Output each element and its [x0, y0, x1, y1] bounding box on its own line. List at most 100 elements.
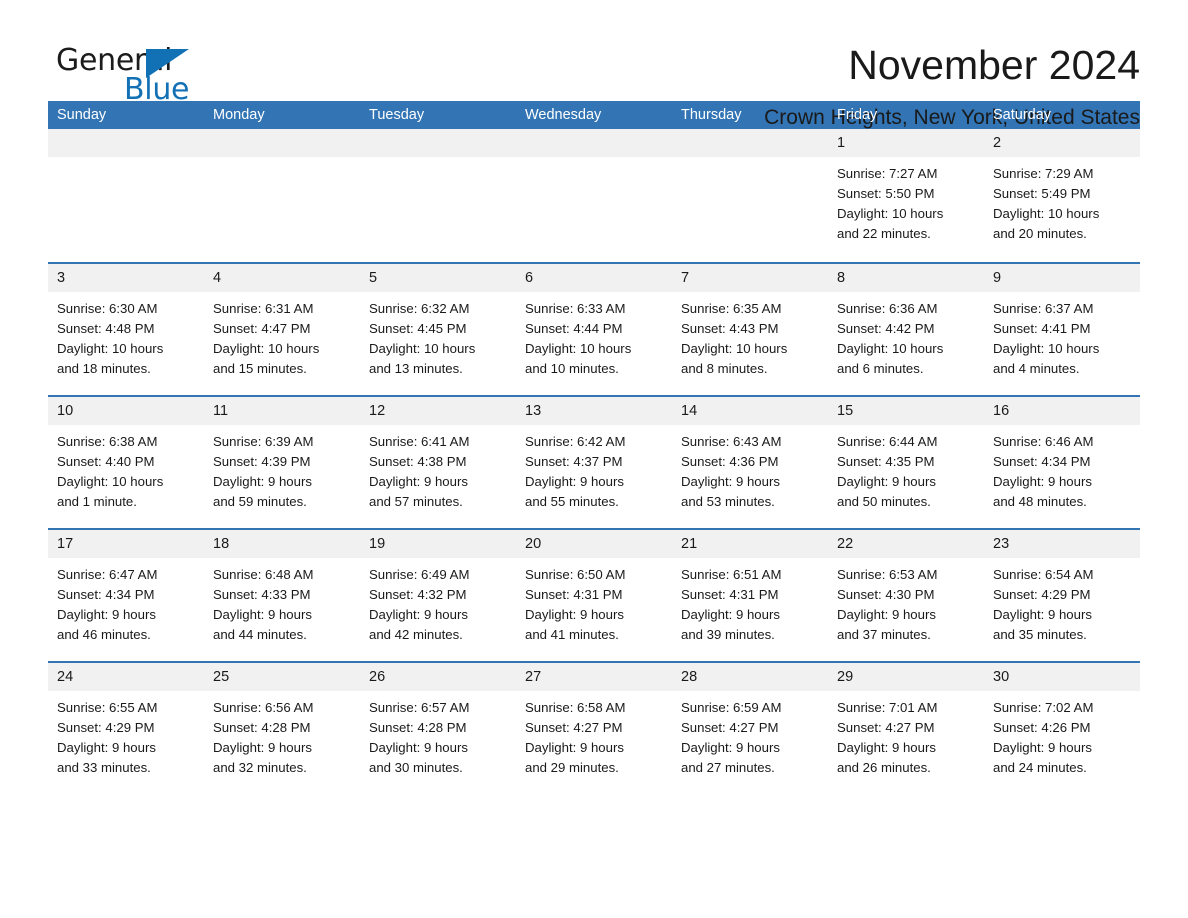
daylight-text: Daylight: 9 hours	[57, 607, 156, 622]
calendar-week-row: 17 Sunrise: 6:47 AM Sunset: 4:34 PM Dayligh…	[48, 528, 1140, 661]
day-cell-20[interactable]: 20 Sunrise: 6:50 AM Sunset: 4:31 PM Dayligh…	[516, 530, 672, 661]
daylight-text: Daylight: 9 hours	[681, 474, 780, 489]
day-cell-6[interactable]: 6 Sunrise: 6:33 AM Sunset: 4:44 PM Daylight…	[516, 264, 672, 395]
daylight-text: Daylight: 9 hours	[993, 607, 1092, 622]
generalblue-logo[interactable]: General Blue	[48, 44, 198, 106]
day-number-band: 27	[516, 663, 672, 691]
sunset-text: Sunset: 4:32 PM	[369, 587, 467, 602]
day-number-band: 21	[672, 530, 828, 558]
day-number-band: 7	[672, 264, 828, 292]
daylight-text-cont: and 29 minutes.	[525, 760, 619, 775]
sunrise-text: Sunrise: 6:47 AM	[57, 567, 158, 582]
day-cell-10[interactable]: 10 Sunrise: 6:38 AM Sunset: 4:40 PM Dayligh…	[48, 397, 204, 528]
day-number: 7	[681, 270, 690, 286]
day-details: Sunrise: 6:31 AM Sunset: 4:47 PM Daylight:…	[204, 292, 360, 379]
day-cell-22[interactable]: 22 Sunrise: 6:53 AM Sunset: 4:30 PM Dayligh…	[828, 530, 984, 661]
day-number-band	[48, 129, 204, 157]
page-title: November 2024	[848, 42, 1140, 88]
sunrise-text: Sunrise: 6:56 AM	[213, 700, 314, 715]
day-cell-3[interactable]: 3 Sunrise: 6:30 AM Sunset: 4:48 PM Daylight…	[48, 264, 204, 395]
day-cell-7[interactable]: 7 Sunrise: 6:35 AM Sunset: 4:43 PM Daylight…	[672, 264, 828, 395]
daylight-text-cont: and 48 minutes.	[993, 494, 1087, 509]
sunset-text: Sunset: 4:37 PM	[525, 454, 623, 469]
day-details: Sunrise: 6:44 AM Sunset: 4:35 PM Daylight:…	[828, 425, 984, 512]
day-cell-19[interactable]: 19 Sunrise: 6:49 AM Sunset: 4:32 PM Dayligh…	[360, 530, 516, 661]
day-details: Sunrise: 7:01 AM Sunset: 4:27 PM Daylight:…	[828, 691, 984, 778]
daylight-text: Daylight: 10 hours	[57, 474, 164, 489]
daylight-text: Daylight: 10 hours	[213, 341, 320, 356]
day-cell-21[interactable]: 21 Sunrise: 6:51 AM Sunset: 4:31 PM Dayligh…	[672, 530, 828, 661]
sunrise-text: Sunrise: 6:49 AM	[369, 567, 470, 582]
sunset-text: Sunset: 4:31 PM	[681, 587, 779, 602]
day-number: 4	[213, 270, 222, 286]
day-number-band: 5	[360, 264, 516, 292]
day-cell-2[interactable]: 2 Sunrise: 7:29 AM Sunset: 5:49 PM Daylight…	[984, 129, 1140, 262]
daylight-text: Daylight: 9 hours	[681, 740, 780, 755]
daylight-text: Daylight: 9 hours	[681, 607, 780, 622]
day-number: 11	[213, 403, 229, 419]
weekday-header-tuesday: Tuesday	[369, 107, 425, 123]
sunset-text: Sunset: 4:34 PM	[993, 454, 1091, 469]
day-cell-28[interactable]: 28 Sunrise: 6:59 AM Sunset: 4:27 PM Dayligh…	[672, 663, 828, 794]
sunrise-text: Sunrise: 6:37 AM	[993, 301, 1094, 316]
day-cell-25[interactable]: 25 Sunrise: 6:56 AM Sunset: 4:28 PM Dayligh…	[204, 663, 360, 794]
daylight-text: Daylight: 9 hours	[369, 607, 468, 622]
day-cell-16[interactable]: 16 Sunrise: 6:46 AM Sunset: 4:34 PM Dayligh…	[984, 397, 1140, 528]
day-number-band: 14	[672, 397, 828, 425]
sunrise-text: Sunrise: 6:39 AM	[213, 434, 314, 449]
day-details: Sunrise: 6:32 AM Sunset: 4:45 PM Daylight:…	[360, 292, 516, 379]
day-cell-4[interactable]: 4 Sunrise: 6:31 AM Sunset: 4:47 PM Daylight…	[204, 264, 360, 395]
day-number-band: 18	[204, 530, 360, 558]
daylight-text-cont: and 35 minutes.	[993, 627, 1087, 642]
daylight-text-cont: and 20 minutes.	[993, 226, 1087, 241]
day-number: 15	[837, 403, 854, 419]
sunrise-text: Sunrise: 6:41 AM	[369, 434, 470, 449]
day-cell-empty	[48, 129, 204, 262]
calendar-weeks: 1 Sunrise: 7:27 AM Sunset: 5:50 PM Daylight…	[48, 129, 1140, 794]
sunrise-text: Sunrise: 6:43 AM	[681, 434, 782, 449]
day-number: 22	[837, 536, 854, 552]
daylight-text: Daylight: 9 hours	[525, 607, 624, 622]
sunset-text: Sunset: 4:28 PM	[213, 720, 311, 735]
sunset-text: Sunset: 4:28 PM	[369, 720, 467, 735]
sunrise-text: Sunrise: 6:35 AM	[681, 301, 782, 316]
day-cell-15[interactable]: 15 Sunrise: 6:44 AM Sunset: 4:35 PM Dayligh…	[828, 397, 984, 528]
day-cell-11[interactable]: 11 Sunrise: 6:39 AM Sunset: 4:39 PM Dayligh…	[204, 397, 360, 528]
day-number-band: 24	[48, 663, 204, 691]
day-cell-9[interactable]: 9 Sunrise: 6:37 AM Sunset: 4:41 PM Daylight…	[984, 264, 1140, 395]
daylight-text-cont: and 44 minutes.	[213, 627, 307, 642]
day-cell-27[interactable]: 27 Sunrise: 6:58 AM Sunset: 4:27 PM Dayligh…	[516, 663, 672, 794]
day-number-band: 28	[672, 663, 828, 691]
weekday-header-saturday: Saturday	[993, 107, 1052, 123]
daylight-text-cont: and 26 minutes.	[837, 760, 931, 775]
day-cell-1[interactable]: 1 Sunrise: 7:27 AM Sunset: 5:50 PM Daylight…	[828, 129, 984, 262]
day-details: Sunrise: 7:27 AM Sunset: 5:50 PM Daylight:…	[828, 157, 984, 244]
daylight-text-cont: and 59 minutes.	[213, 494, 307, 509]
sunrise-text: Sunrise: 6:50 AM	[525, 567, 626, 582]
day-cell-30[interactable]: 30 Sunrise: 7:02 AM Sunset: 4:26 PM Dayligh…	[984, 663, 1140, 794]
day-number: 9	[993, 270, 1002, 286]
day-cell-12[interactable]: 12 Sunrise: 6:41 AM Sunset: 4:38 PM Dayligh…	[360, 397, 516, 528]
day-cell-26[interactable]: 26 Sunrise: 6:57 AM Sunset: 4:28 PM Dayligh…	[360, 663, 516, 794]
day-cell-8[interactable]: 8 Sunrise: 6:36 AM Sunset: 4:42 PM Daylight…	[828, 264, 984, 395]
day-cell-18[interactable]: 18 Sunrise: 6:48 AM Sunset: 4:33 PM Dayligh…	[204, 530, 360, 661]
daylight-text-cont: and 42 minutes.	[369, 627, 463, 642]
sunset-text: Sunset: 5:49 PM	[993, 186, 1091, 201]
day-cell-17[interactable]: 17 Sunrise: 6:47 AM Sunset: 4:34 PM Dayligh…	[48, 530, 204, 661]
day-number-band: 16	[984, 397, 1140, 425]
sunrise-text: Sunrise: 6:33 AM	[525, 301, 626, 316]
day-cell-14[interactable]: 14 Sunrise: 6:43 AM Sunset: 4:36 PM Dayligh…	[672, 397, 828, 528]
weekday-header-friday: Friday	[837, 107, 878, 123]
calendar-week-row: 3 Sunrise: 6:30 AM Sunset: 4:48 PM Daylight…	[48, 262, 1140, 395]
day-details: Sunrise: 6:47 AM Sunset: 4:34 PM Daylight:…	[48, 558, 204, 645]
day-number-band: 20	[516, 530, 672, 558]
sunset-text: Sunset: 5:50 PM	[837, 186, 935, 201]
sunrise-text: Sunrise: 6:54 AM	[993, 567, 1094, 582]
day-cell-23[interactable]: 23 Sunrise: 6:54 AM Sunset: 4:29 PM Dayligh…	[984, 530, 1140, 661]
calendar-week-row: 10 Sunrise: 6:38 AM Sunset: 4:40 PM Dayligh…	[48, 395, 1140, 528]
day-cell-29[interactable]: 29 Sunrise: 7:01 AM Sunset: 4:27 PM Dayligh…	[828, 663, 984, 794]
day-cell-24[interactable]: 24 Sunrise: 6:55 AM Sunset: 4:29 PM Dayligh…	[48, 663, 204, 794]
daylight-text-cont: and 32 minutes.	[213, 760, 307, 775]
day-cell-13[interactable]: 13 Sunrise: 6:42 AM Sunset: 4:37 PM Dayligh…	[516, 397, 672, 528]
day-cell-5[interactable]: 5 Sunrise: 6:32 AM Sunset: 4:45 PM Daylight…	[360, 264, 516, 395]
